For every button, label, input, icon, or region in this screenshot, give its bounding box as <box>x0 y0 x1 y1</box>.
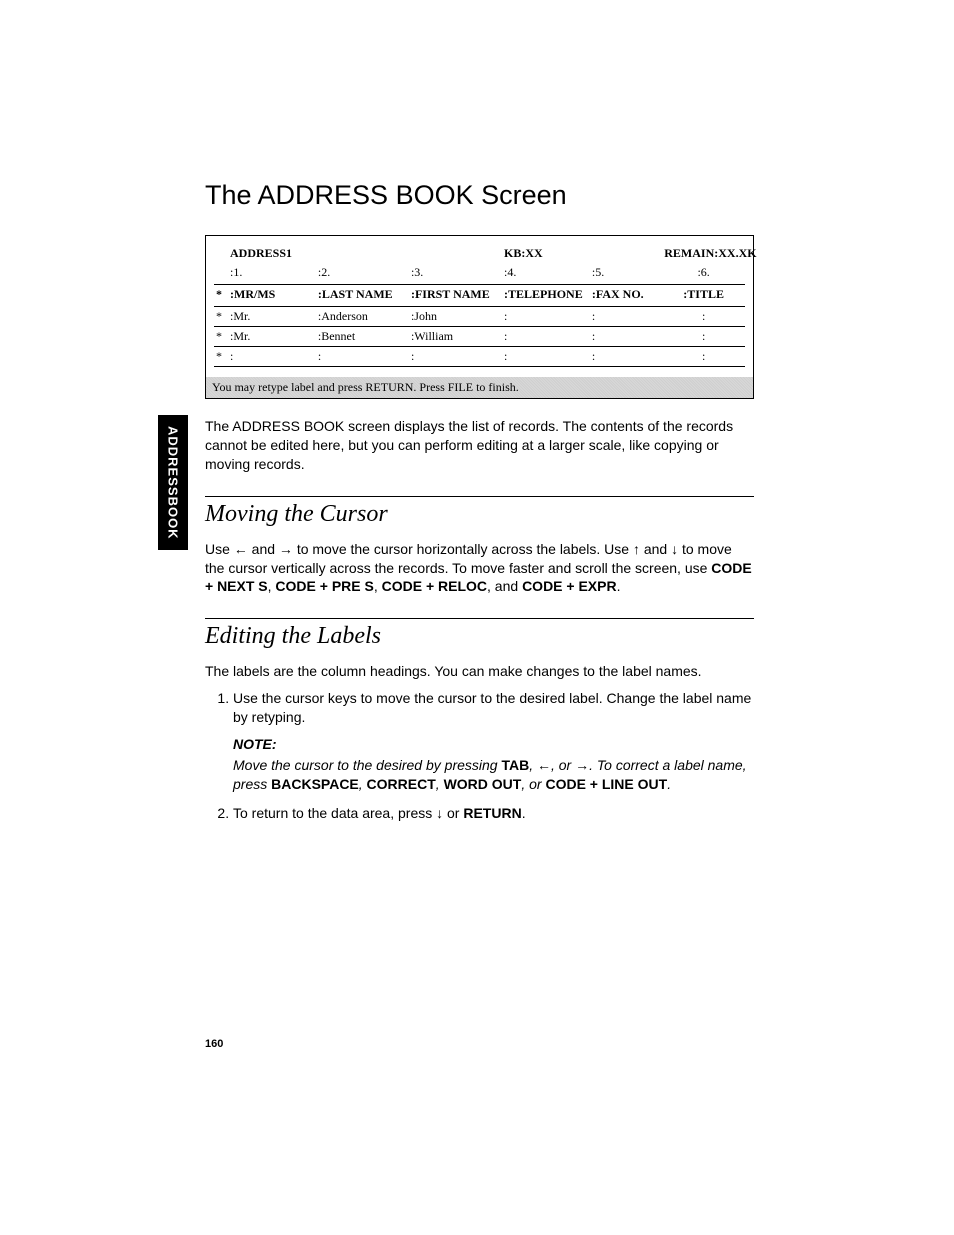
screen-remain: REMAIN:XX.XK <box>662 242 745 263</box>
cell: : <box>409 347 502 367</box>
note-label: NOTE: <box>233 735 754 754</box>
step-item: To return to the data area, press ↓ or R… <box>233 804 754 823</box>
cell: : <box>316 347 409 367</box>
col-label: :LAST NAME <box>316 285 409 307</box>
col-num: :6. <box>662 263 745 285</box>
moving-cursor-paragraph: Use ← and → to move the cursor horizonta… <box>205 540 754 597</box>
cell: :John <box>409 307 502 327</box>
cell: : <box>590 307 662 327</box>
col-label: :TELEPHONE <box>502 285 590 307</box>
cell: :Mr. <box>228 327 316 347</box>
address-book-screen: ADDRESS1 KB:XX REMAIN:XX.XK :1. :2. :3. … <box>205 235 754 399</box>
page-title: The ADDRESS BOOK Screen <box>205 180 754 211</box>
steps-list: Use the cursor keys to move the cursor t… <box>205 689 754 822</box>
col-num: :5. <box>590 263 662 285</box>
col-label: :TITLE <box>662 285 745 307</box>
cell: : <box>502 307 590 327</box>
cell: :William <box>409 327 502 347</box>
col-label: :FIRST NAME <box>409 285 502 307</box>
screen-db-name: ADDRESS1 <box>228 242 502 263</box>
cell: :Mr. <box>228 307 316 327</box>
cell: : <box>662 327 745 347</box>
manual-page: ADDRESSBOOK The ADDRESS BOOK Screen ADDR… <box>0 0 954 1235</box>
section-rule <box>205 496 754 497</box>
screen-kb: KB:XX <box>502 242 590 263</box>
cell: : <box>228 347 316 367</box>
cell: : <box>502 347 590 367</box>
col-label: :FAX NO. <box>590 285 662 307</box>
row-bullet: * <box>214 347 228 367</box>
page-number: 160 <box>205 1038 223 1050</box>
section-rule <box>205 618 754 619</box>
col-num: :3. <box>409 263 502 285</box>
row-bullet: * <box>214 307 228 327</box>
cell: :Anderson <box>316 307 409 327</box>
cell: :Bennet <box>316 327 409 347</box>
cell: : <box>662 347 745 367</box>
editing-labels-intro: The labels are the column headings. You … <box>205 662 754 681</box>
cell: : <box>502 327 590 347</box>
step-item: Use the cursor keys to move the cursor t… <box>233 689 754 793</box>
col-num: :4. <box>502 263 590 285</box>
note-body: Move the cursor to the desired by pressi… <box>233 756 754 794</box>
status-bar: You may retype label and press RETURN. P… <box>206 377 753 398</box>
col-label: :MR/MS <box>228 285 316 307</box>
cell: : <box>662 307 745 327</box>
subheading-moving-cursor: Moving the Cursor <box>205 501 754 528</box>
intro-paragraph: The ADDRESS BOOK screen displays the lis… <box>205 417 754 474</box>
row-bullet: * <box>214 285 228 307</box>
cell: : <box>590 327 662 347</box>
side-tab: ADDRESSBOOK <box>158 415 188 550</box>
subheading-editing-labels: Editing the Labels <box>205 623 754 650</box>
col-num: :1. <box>228 263 316 285</box>
col-num: :2. <box>316 263 409 285</box>
row-bullet: * <box>214 327 228 347</box>
cell: : <box>590 347 662 367</box>
